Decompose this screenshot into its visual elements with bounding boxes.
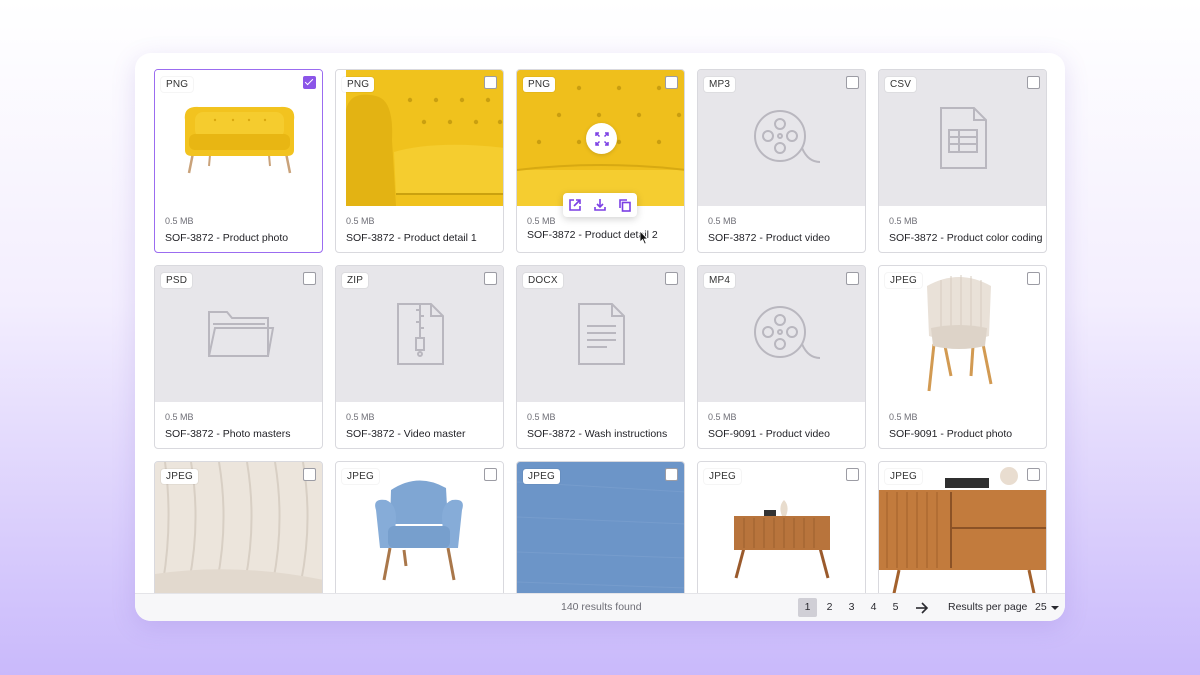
file-format-badge: ZIP	[342, 273, 369, 288]
asset-meta: 0.5 MB SOF-3872 - Wash instructions	[527, 412, 677, 440]
asset-meta: 0.5 MB SOF-3872 - Photo masters	[165, 412, 315, 440]
asset-card[interactable]: PNG 0.5 MB SOF-3872 - Product detail 1	[335, 69, 504, 253]
select-checkbox[interactable]	[665, 76, 678, 89]
page-1-button[interactable]: 1	[798, 598, 817, 617]
select-checkbox[interactable]	[303, 468, 316, 481]
file-size: 0.5 MB	[165, 412, 194, 422]
select-checkbox[interactable]	[846, 468, 859, 481]
page-3-button[interactable]: 3	[842, 598, 861, 617]
download-icon[interactable]	[593, 198, 607, 212]
chevron-down-icon[interactable]	[1051, 606, 1059, 610]
file-size: 0.5 MB	[346, 216, 375, 226]
open-external-icon[interactable]	[568, 198, 582, 212]
file-format-badge: PNG	[342, 77, 375, 92]
asset-title[interactable]: SOF-3872 - Product photo	[165, 232, 315, 244]
asset-meta: 0.5 MB SOF-3872 - Video master	[346, 412, 496, 440]
file-size: 0.5 MB	[527, 412, 556, 422]
asset-meta: 0.5 MB SOF-3872 - Product detail 1	[346, 216, 496, 244]
asset-grid: PNG 0.5 MB SOF-3872 - Product photo PNG 0.5…	[154, 69, 1047, 621]
asset-library-panel: PNG 0.5 MB SOF-3872 - Product photo PNG 0.5…	[135, 53, 1065, 621]
file-size: 0.5 MB	[165, 216, 194, 226]
file-format-badge: DOCX	[523, 273, 563, 288]
select-checkbox[interactable]	[484, 468, 497, 481]
file-format-badge: JPEG	[704, 469, 741, 484]
file-format-badge: PSD	[161, 273, 193, 288]
mouse-cursor-icon	[639, 229, 649, 250]
select-checkbox[interactable]	[1027, 272, 1040, 285]
page-2-button[interactable]: 2	[820, 598, 839, 617]
asset-meta: 0.5 MB SOF-9091 - Product video	[708, 412, 858, 440]
file-format-badge: MP4	[704, 273, 736, 288]
arrow-right-icon[interactable]	[912, 598, 932, 617]
asset-title[interactable]: SOF-9091 - Product video	[708, 428, 858, 440]
select-checkbox[interactable]	[665, 468, 678, 481]
select-checkbox[interactable]	[1027, 468, 1040, 481]
asset-meta: 0.5 MB SOF-3872 - Product video	[708, 216, 858, 244]
asset-title[interactable]: SOF-3872 - Photo masters	[165, 428, 315, 440]
asset-meta: 0.5 MB SOF-3872 - Product photo	[165, 216, 315, 244]
asset-card[interactable]: ZIP 0.5 MB SOF-3872 - Video master	[335, 265, 504, 449]
file-format-badge: PNG	[523, 77, 556, 92]
file-format-badge: JPEG	[342, 469, 379, 484]
file-size: 0.5 MB	[708, 216, 737, 226]
select-checkbox[interactable]	[484, 272, 497, 285]
file-format-badge: CSV	[885, 77, 917, 92]
select-checkbox[interactable]	[1027, 76, 1040, 89]
file-size: 0.5 MB	[889, 412, 918, 422]
select-checkbox[interactable]	[484, 76, 497, 89]
asset-card[interactable]: PNG 0.5 MB SOF-3872 - Product photo	[154, 69, 323, 253]
asset-card[interactable]: PNG 0.5 MB SOF-3872 - Product detail 2	[516, 69, 685, 253]
asset-title[interactable]: SOF-3872 - Video master	[346, 428, 496, 440]
results-count: 140 results found	[561, 601, 642, 613]
select-checkbox[interactable]	[303, 272, 316, 285]
file-size: 0.5 MB	[346, 412, 375, 422]
expand-icon	[594, 131, 609, 146]
asset-title[interactable]: SOF-3872 - Wash instructions	[527, 428, 677, 440]
asset-meta: 0.5 MB SOF-9091 - Product photo	[889, 412, 1039, 440]
select-checkbox[interactable]	[665, 272, 678, 285]
file-size: 0.5 MB	[889, 216, 918, 226]
select-checkbox[interactable]	[846, 272, 859, 285]
asset-title[interactable]: SOF-9091 - Product photo	[889, 428, 1039, 440]
asset-title[interactable]: SOF-3872 - Product detail 2	[527, 229, 677, 241]
file-format-badge: PNG	[161, 77, 194, 92]
pagination-footer: 140 results found 12345 Results per page…	[135, 593, 1065, 621]
file-format-badge: JPEG	[523, 469, 560, 484]
results-per-page-label: Results per page	[948, 601, 1028, 613]
copy-icon[interactable]	[618, 198, 632, 212]
results-per-page-select[interactable]: 25	[1035, 601, 1047, 613]
asset-card[interactable]: MP3 0.5 MB SOF-3872 - Product video	[697, 69, 866, 253]
page-4-button[interactable]: 4	[864, 598, 883, 617]
asset-card[interactable]: DOCX 0.5 MB SOF-3872 - Wash instructions	[516, 265, 685, 449]
pagination: 12345	[798, 598, 932, 617]
asset-card[interactable]: JPEG 0.5 MB SOF-9091 - Product photo	[878, 265, 1047, 449]
asset-title[interactable]: SOF-3872 - Product video	[708, 232, 858, 244]
select-checkbox[interactable]	[303, 76, 316, 89]
asset-card[interactable]: PSD 0.5 MB SOF-3872 - Photo masters	[154, 265, 323, 449]
asset-card[interactable]: CSV 0.5 MB SOF-3872 - Product color coding	[878, 69, 1047, 253]
file-format-badge: MP3	[704, 77, 736, 92]
asset-title[interactable]: SOF-3872 - Product color coding	[889, 232, 1043, 244]
asset-hover-toolbar	[563, 193, 637, 217]
file-format-badge: JPEG	[885, 273, 922, 288]
asset-meta: 0.5 MB SOF-3872 - Product detail 2	[527, 216, 677, 241]
file-size: 0.5 MB	[708, 412, 737, 422]
select-checkbox[interactable]	[846, 76, 859, 89]
asset-meta: 0.5 MB SOF-3872 - Product color coding	[889, 216, 1043, 244]
asset-title[interactable]: SOF-3872 - Product detail 1	[346, 232, 496, 244]
asset-card[interactable]: MP4 0.5 MB SOF-9091 - Product video	[697, 265, 866, 449]
file-format-badge: JPEG	[885, 469, 922, 484]
expand-preview-button[interactable]	[586, 123, 617, 154]
file-size: 0.5 MB	[527, 216, 556, 226]
file-format-badge: JPEG	[161, 469, 198, 484]
page-5-button[interactable]: 5	[886, 598, 905, 617]
